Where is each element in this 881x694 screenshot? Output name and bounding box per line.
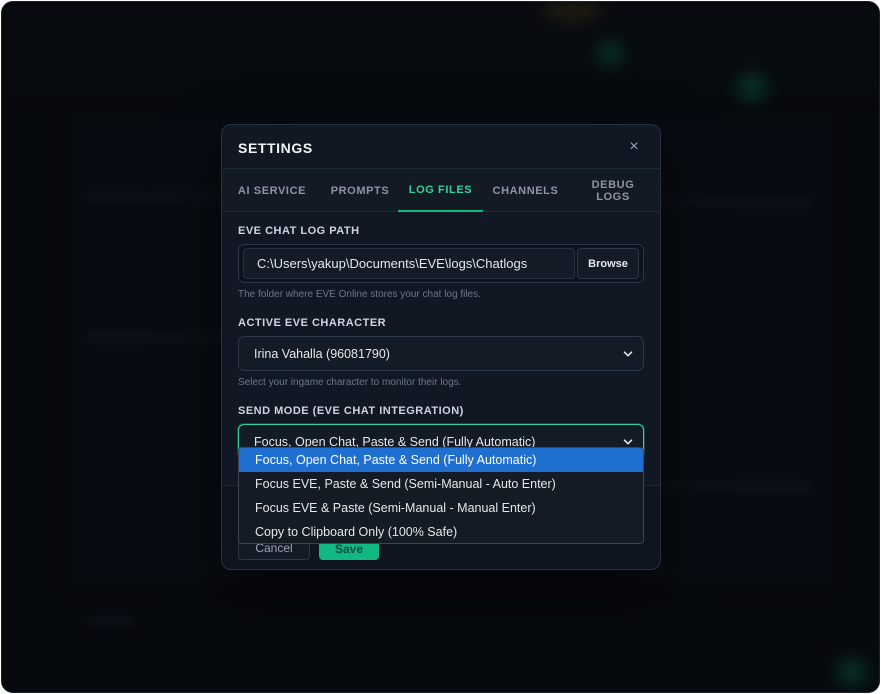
save-button-label: Save <box>334 542 364 556</box>
browse-button[interactable]: Browse <box>577 248 639 279</box>
close-icon[interactable]: × <box>624 138 644 156</box>
send-mode-option[interactable]: Focus EVE, Paste & Send (Semi-Manual - A… <box>239 472 643 496</box>
log-path-input[interactable]: C:\Users\yakup\Documents\EVE\logs\Chatlo… <box>243 248 575 279</box>
tab-log-files[interactable]: LOG FILES <box>398 169 483 212</box>
tab-channels[interactable]: CHANNELS <box>483 169 568 212</box>
log-path-hint: The folder where EVE Online stores your … <box>238 289 481 300</box>
modal-title: SETTINGS <box>238 139 313 156</box>
tab-ai-service[interactable]: AI SERVICE <box>222 169 322 212</box>
settings-body: EVE CHAT LOG PATH C:\Users\yakup\Documen… <box>222 225 660 459</box>
send-mode-dropdown: Focus, Open Chat, Paste & Send (Fully Au… <box>238 447 644 544</box>
send-mode-label: SEND MODE (EVE CHAT INTEGRATION) <box>238 405 464 417</box>
tab-prompts[interactable]: PROMPTS <box>322 169 398 212</box>
tab-debug-logs[interactable]: DEBUG LOGS <box>568 169 658 212</box>
character-select[interactable]: Irina Vahalla (96081790) <box>238 336 644 371</box>
chevron-down-icon <box>623 350 633 356</box>
chevron-down-icon <box>623 438 633 444</box>
send-mode-option[interactable]: Focus EVE & Paste (Semi-Manual - Manual … <box>239 496 643 520</box>
character-hint: Select your ingame character to monitor … <box>238 377 462 388</box>
send-mode-option[interactable]: Copy to Clipboard Only (100% Safe) <box>239 520 643 543</box>
log-path-row: C:\Users\yakup\Documents\EVE\logs\Chatlo… <box>238 244 644 283</box>
character-label: ACTIVE EVE CHARACTER <box>238 317 387 329</box>
send-mode-option[interactable]: Focus, Open Chat, Paste & Send (Fully Au… <box>239 448 643 472</box>
character-select-value: Irina Vahalla (96081790) <box>254 346 390 361</box>
tab-debug-logs-label: DEBUG LOGS <box>591 178 635 203</box>
modal-header: SETTINGS × <box>222 125 660 169</box>
log-path-label: EVE CHAT LOG PATH <box>238 225 360 237</box>
settings-tabs: AI SERVICE PROMPTS LOG FILES CHANNELS DE… <box>222 169 660 212</box>
